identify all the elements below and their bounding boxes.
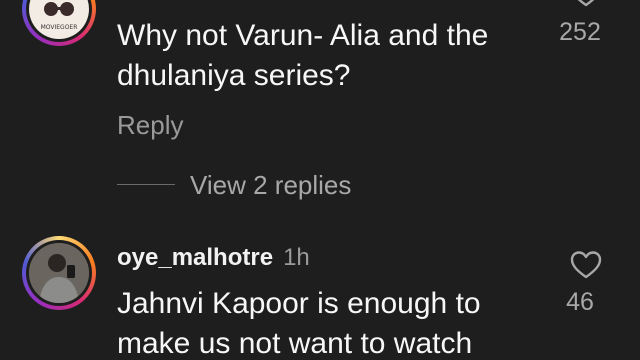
avatar[interactable]: MOVIEGOER [22,0,96,46]
comment-text-line: dhulaniya series? [117,59,351,92]
like-count: 252 [559,18,601,46]
avatar[interactable] [22,236,96,310]
comment-username[interactable]: oye_malhotre 1h [117,244,310,272]
view-replies-divider [117,184,175,185]
comment-text: Jahnvi Kapoor is enough to make us not w… [117,284,557,360]
comment-text-line: make us not want to watch [117,327,473,360]
avatar-logo-text: MOVIEGOER [41,24,78,31]
comment-text-line: Why not Varun- Alia and the [117,19,489,52]
heart-outline-icon[interactable] [570,250,602,280]
reply-button[interactable]: Reply [117,110,183,141]
comment-item: oye_malhotre 1h 46 Jahnvi Kapoor is enoug… [0,220,640,360]
username-text[interactable]: oye_malhotre [117,244,273,271]
comment-timestamp: 1h [283,244,310,271]
comment-item: MOVIEGOER Why not Varun- Alia and the dh… [0,0,640,220]
comment-text: Why not Varun- Alia and the dhulaniya se… [117,16,557,96]
view-replies-button[interactable]: View 2 replies [190,170,351,201]
comment-text-line: Jahnvi Kapoor is enough to [117,287,481,320]
heart-outline-icon[interactable] [570,0,602,8]
